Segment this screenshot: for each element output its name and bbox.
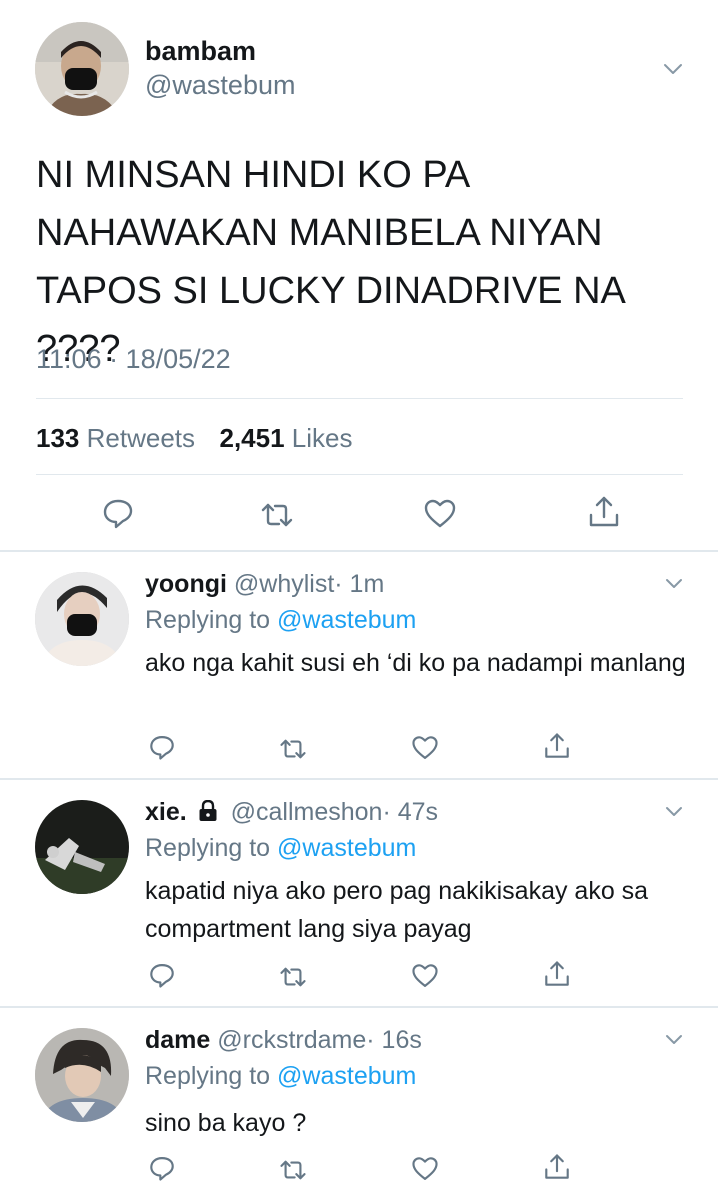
author-name[interactable]: dame: [145, 1026, 210, 1054]
author-handle[interactable]: @callmeshon: [231, 798, 383, 826]
replying-to: Replying to @wastebum: [145, 606, 416, 635]
divider: [36, 474, 683, 475]
reply-time[interactable]: · 16s: [366, 1026, 422, 1054]
retweets-count[interactable]: 133: [36, 423, 79, 453]
author-handle[interactable]: @whylist: [234, 570, 334, 598]
tweet-timestamp[interactable]: 11:06 · 18/05/22: [36, 344, 231, 375]
reply-text: ako nga kahit susi eh ‘di ko pa nadampi …: [145, 649, 686, 677]
retweet-icon[interactable]: [260, 498, 294, 532]
avatar[interactable]: [35, 1028, 129, 1122]
replying-to: Replying to @wastebum: [145, 834, 416, 863]
avatar[interactable]: [35, 572, 129, 666]
reply-header: yoongi @whylist· 1m: [145, 570, 384, 599]
retweet-icon[interactable]: [279, 963, 307, 991]
replying-prefix: Replying to: [145, 834, 271, 862]
tweet-stats: 133 Retweets 2,451 Likes: [36, 423, 353, 454]
reply-tweet: yoongi @whylist· 1m Replying to @wastebu…: [0, 552, 718, 778]
reply-icon[interactable]: [148, 1154, 176, 1182]
reply-text: kapatid niya ako pero pag nakikisakay ak…: [145, 877, 649, 943]
share-icon[interactable]: [543, 960, 571, 988]
author-name[interactable]: bambam: [145, 36, 256, 67]
retweets-label[interactable]: Retweets: [87, 423, 195, 453]
reply-tweet: dame @rckstrdame· 16s Replying to @waste…: [0, 1008, 718, 1200]
author-handle[interactable]: @wastebum: [145, 70, 295, 101]
share-icon[interactable]: [543, 732, 571, 760]
avatar[interactable]: [35, 800, 129, 894]
heart-icon[interactable]: [411, 1155, 439, 1183]
reply-icon[interactable]: [101, 496, 135, 530]
author-name[interactable]: xie.: [145, 798, 187, 826]
chevron-down-icon[interactable]: [662, 800, 686, 824]
share-icon[interactable]: [543, 1153, 571, 1181]
replying-mention[interactable]: @wastebum: [277, 834, 416, 862]
reply-header: dame @rckstrdame· 16s: [145, 1026, 422, 1055]
replying-mention[interactable]: @wastebum: [277, 606, 416, 634]
avatar[interactable]: [35, 22, 129, 116]
replying-prefix: Replying to: [145, 1062, 271, 1090]
heart-icon[interactable]: [423, 497, 457, 531]
chevron-down-icon[interactable]: [660, 56, 686, 82]
replying-prefix: Replying to: [145, 606, 271, 634]
chevron-down-icon[interactable]: [662, 572, 686, 596]
divider: [36, 398, 683, 399]
likes-count[interactable]: 2,451: [219, 423, 284, 453]
author-handle[interactable]: @rckstrdame: [217, 1026, 366, 1054]
retweet-icon[interactable]: [279, 1156, 307, 1184]
reply-tweet: xie. @callmeshon· 47s Replying to @waste…: [0, 780, 718, 1006]
author-name[interactable]: yoongi: [145, 570, 227, 598]
replying-mention[interactable]: @wastebum: [277, 1062, 416, 1090]
reply-header: xie. @callmeshon· 47s: [145, 798, 438, 827]
reply-icon[interactable]: [148, 961, 176, 989]
heart-icon[interactable]: [411, 962, 439, 990]
replying-to: Replying to @wastebum: [145, 1062, 416, 1091]
reply-time[interactable]: · 47s: [382, 798, 438, 826]
retweet-icon[interactable]: [279, 735, 307, 763]
reply-time[interactable]: · 1m: [334, 570, 384, 598]
share-icon[interactable]: [587, 495, 621, 529]
reply-icon[interactable]: [148, 733, 176, 761]
likes-label[interactable]: Likes: [292, 423, 353, 453]
lock-icon: [198, 799, 218, 822]
main-tweet: bambam @wastebum NI MINSAN HINDI KO PA N…: [0, 0, 718, 551]
chevron-down-icon[interactable]: [662, 1028, 686, 1052]
heart-icon[interactable]: [411, 734, 439, 762]
reply-text: sino ba kayo ?: [145, 1109, 307, 1137]
